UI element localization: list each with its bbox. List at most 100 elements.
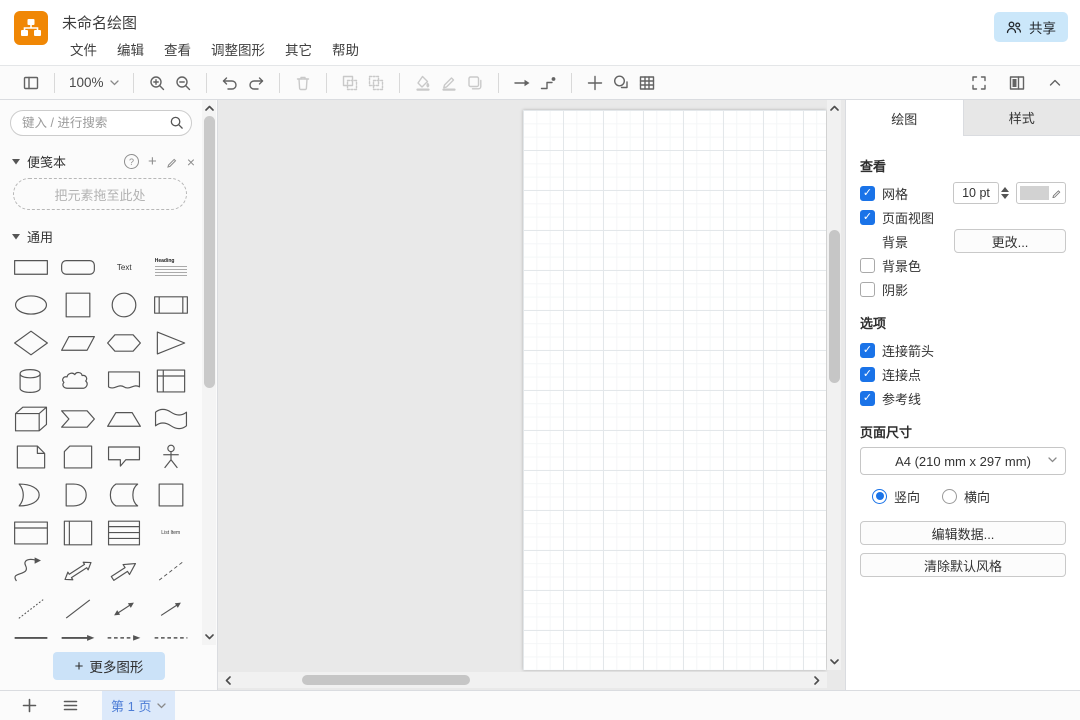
shape-callout[interactable] — [102, 440, 146, 474]
landscape-radio[interactable] — [942, 489, 957, 504]
connection-style-icon[interactable] — [509, 70, 535, 96]
shape-cloud[interactable] — [56, 364, 100, 398]
zoom-in-icon[interactable] — [144, 70, 170, 96]
connection-arrows-checkbox[interactable] — [860, 343, 875, 358]
shape-ellipse[interactable] — [9, 288, 53, 322]
shape-and[interactable] — [56, 478, 100, 512]
shape-arrow[interactable] — [102, 554, 146, 588]
shape-bidirectional-arrow[interactable] — [56, 554, 100, 588]
shape-dashed-link[interactable] — [102, 630, 146, 646]
menu-arrange[interactable]: 调整图形 — [211, 39, 265, 59]
shape-card[interactable] — [56, 440, 100, 474]
shape-tape[interactable] — [149, 402, 193, 436]
canvas[interactable] — [218, 100, 845, 690]
general-section-title[interactable]: 通用 — [27, 227, 53, 246]
shape-search-input[interactable] — [10, 110, 192, 136]
portrait-radio[interactable] — [872, 489, 887, 504]
scroll-up-icon[interactable] — [827, 102, 841, 114]
collapse-toolbar-icon[interactable] — [1042, 70, 1068, 96]
menu-file[interactable]: 文件 — [70, 39, 97, 59]
shadow-checkbox[interactable] — [860, 282, 875, 297]
scroll-down-icon[interactable] — [202, 631, 216, 643]
page-size-select[interactable]: A4 (210 mm x 297 mm) — [860, 447, 1066, 475]
scratchpad-add-icon[interactable]: + — [148, 154, 157, 169]
horizontal-scroll-thumb[interactable] — [302, 675, 470, 685]
shape-horizontal-arrow[interactable] — [56, 630, 100, 646]
add-page-icon[interactable] — [22, 698, 37, 713]
shape-diamond[interactable] — [9, 326, 53, 360]
shape-triangle[interactable] — [149, 326, 193, 360]
grid-checkbox[interactable] — [860, 186, 875, 201]
menu-view[interactable]: 查看 — [164, 39, 191, 59]
background-color-checkbox[interactable] — [860, 258, 875, 273]
shape-circle[interactable] — [102, 288, 146, 322]
shape-data-storage[interactable] — [102, 478, 146, 512]
shape-list[interactable] — [102, 516, 146, 550]
vertical-scroll-thumb[interactable] — [829, 230, 840, 383]
shape-group[interactable] — [149, 478, 193, 512]
menu-edit[interactable]: 编辑 — [117, 39, 144, 59]
scratchpad-title[interactable]: 便笺本 — [27, 152, 66, 171]
collapse-triangle-icon[interactable] — [12, 158, 20, 165]
drawing-page[interactable] — [523, 110, 826, 670]
drawio-logo[interactable] — [14, 11, 48, 45]
shape-line[interactable] — [56, 592, 100, 626]
shape-cube[interactable] — [9, 402, 53, 436]
page-tab[interactable]: 第 1 页 — [102, 691, 175, 720]
shape-hexagon[interactable] — [102, 326, 146, 360]
pages-menu-icon[interactable] — [63, 698, 78, 713]
sidebar-scrollbar[interactable] — [202, 100, 216, 645]
shape-textbox[interactable]: Heading — [149, 250, 193, 284]
scroll-down-icon[interactable] — [827, 656, 841, 668]
toggle-format-panel-icon[interactable] — [1004, 70, 1030, 96]
shape-dashed-line[interactable] — [149, 554, 193, 588]
shape-text[interactable]: Text — [102, 250, 146, 284]
shape-square[interactable] — [56, 288, 100, 322]
scroll-right-icon[interactable] — [809, 672, 825, 688]
insert-icon[interactable] — [582, 70, 608, 96]
share-button[interactable]: 共享 — [994, 12, 1068, 42]
waypoints-icon[interactable] — [535, 70, 561, 96]
zoom-dropdown[interactable]: 100% — [65, 75, 123, 90]
guides-checkbox[interactable] — [860, 391, 875, 406]
shape-process[interactable] — [149, 288, 193, 322]
edit-data-button[interactable]: 编辑数据... — [860, 521, 1066, 545]
insert-shape-icon[interactable] — [608, 70, 634, 96]
scratchpad-dropzone[interactable]: 把元素拖至此处 — [13, 178, 187, 210]
shape-horizontal-line[interactable] — [9, 630, 53, 646]
shape-or[interactable] — [9, 478, 53, 512]
shape-directional-connector[interactable] — [149, 592, 193, 626]
fullscreen-icon[interactable] — [966, 70, 992, 96]
sidebar-scroll-thumb[interactable] — [204, 116, 215, 388]
scroll-left-icon[interactable] — [220, 672, 236, 688]
shape-rectangle[interactable] — [9, 250, 53, 284]
tab-diagram[interactable]: 绘图 — [846, 100, 964, 136]
more-shapes-button[interactable]: + 更多图形 — [53, 652, 165, 680]
redo-icon[interactable] — [243, 70, 269, 96]
shape-note[interactable] — [9, 440, 53, 474]
tab-style[interactable]: 样式 — [964, 100, 1080, 136]
shape-bidirectional-connector[interactable] — [102, 592, 146, 626]
shape-cylinder[interactable] — [9, 364, 53, 398]
canvas-horizontal-scrollbar[interactable] — [218, 672, 827, 688]
shape-internal-storage[interactable] — [149, 364, 193, 398]
canvas-vertical-scrollbar[interactable] — [827, 100, 841, 670]
toggle-shapes-panel-icon[interactable] — [18, 70, 44, 96]
shape-curve[interactable] — [9, 554, 53, 588]
scratchpad-close-icon[interactable]: × — [187, 155, 195, 169]
shape-document[interactable] — [102, 364, 146, 398]
scratchpad-edit-icon[interactable] — [166, 156, 178, 168]
change-background-button[interactable]: 更改... — [954, 229, 1066, 253]
menu-extras[interactable]: 其它 — [285, 39, 312, 59]
shape-vertical-container[interactable] — [56, 516, 100, 550]
page-view-checkbox[interactable] — [860, 210, 875, 225]
shape-parallelogram[interactable] — [56, 326, 100, 360]
shape-rounded-rectangle[interactable] — [56, 250, 100, 284]
scratchpad-help-icon[interactable]: ? — [124, 154, 139, 169]
scroll-up-icon[interactable] — [202, 102, 216, 114]
grid-size-stepper[interactable] — [1001, 187, 1009, 199]
shape-dotted-line[interactable] — [9, 592, 53, 626]
grid-size-input[interactable] — [953, 182, 999, 204]
menu-help[interactable]: 帮助 — [332, 39, 359, 59]
connection-points-checkbox[interactable] — [860, 367, 875, 382]
